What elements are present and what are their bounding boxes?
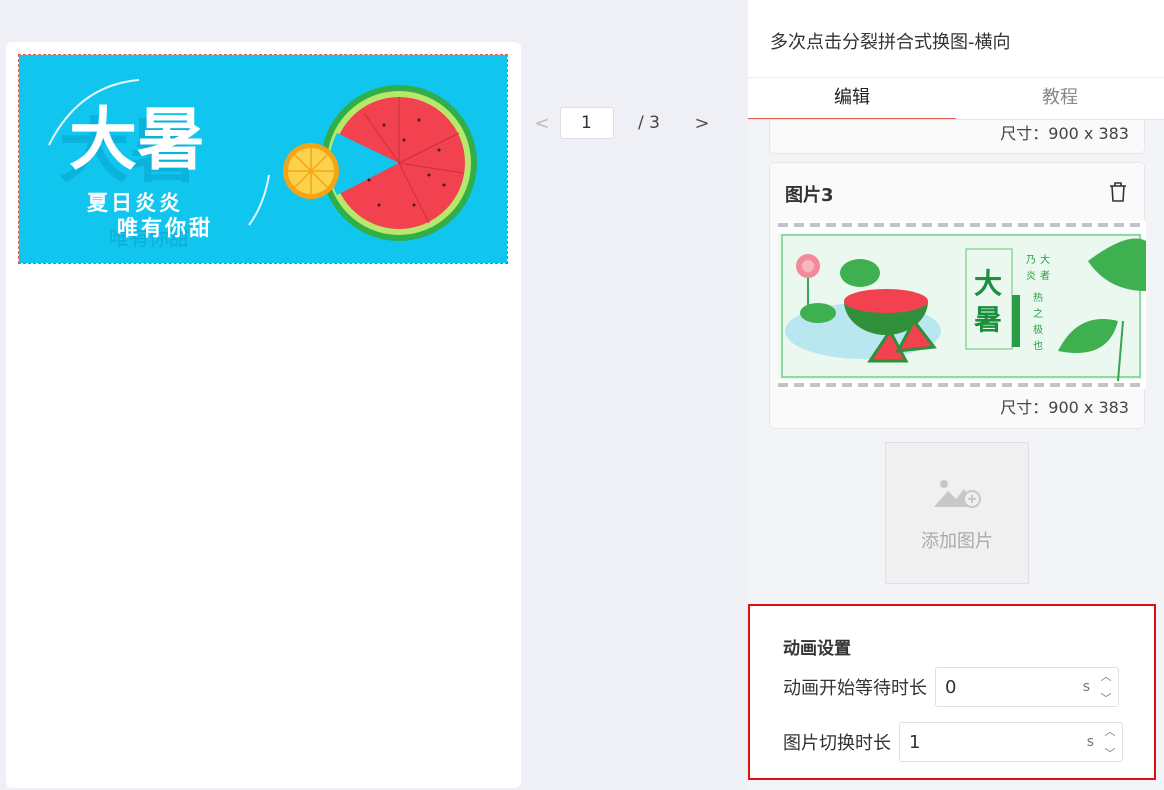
tab-edit[interactable]: 编辑 xyxy=(748,78,956,119)
image-card-header: 图片3 xyxy=(770,163,1144,221)
svg-text:热: 热 xyxy=(1033,291,1043,304)
wait-duration-label: 动画开始等待时长 xyxy=(783,678,927,699)
prev-page-button[interactable]: < xyxy=(528,113,556,134)
canvas-card: 大暑 唯有你甜 大暑 夏日炎炎 唯有你甜 xyxy=(6,42,521,788)
svg-text:之: 之 xyxy=(1033,307,1043,320)
banner-preview[interactable]: 大暑 唯有你甜 大暑 夏日炎炎 唯有你甜 xyxy=(18,54,508,264)
image-card-name: 图片3 xyxy=(785,185,834,206)
switch-duration-label: 图片切换时长 xyxy=(783,733,891,754)
switch-duration-unit: s xyxy=(1086,734,1094,750)
switch-increment-icon[interactable]: ︿ xyxy=(1102,725,1118,739)
svg-text:者: 者 xyxy=(1040,270,1050,282)
add-image-icon xyxy=(934,480,981,508)
thumbnail-image: 大 暑 乃 炎 大 者 热 之 极 也 xyxy=(778,221,1146,389)
pager: < / 3 > xyxy=(528,106,716,140)
svg-text:大: 大 xyxy=(1040,253,1050,266)
animation-settings-title: 动画设置 xyxy=(783,639,851,659)
next-page-button[interactable]: > xyxy=(688,113,716,134)
banner-title: 大暑 xyxy=(69,101,205,180)
edit-panel: 多次点击分裂拼合式换图-横向 编辑 教程 尺寸：900 x 383 图片3 大 … xyxy=(748,0,1164,790)
trash-icon[interactable] xyxy=(1108,181,1128,203)
image-card-size: 尺寸：900 x 383 xyxy=(1000,398,1129,417)
wait-duration-row: 动画开始等待时长 s ︿ ﹀ xyxy=(783,666,1119,708)
svg-text:乃: 乃 xyxy=(1026,255,1036,266)
page-total: / 3 xyxy=(638,113,660,133)
svg-text:炎: 炎 xyxy=(1026,270,1036,282)
add-image-button[interactable]: 添加图片 xyxy=(885,442,1029,584)
wait-duration-unit: s xyxy=(1082,679,1090,695)
banner-image: 大暑 唯有你甜 大暑 夏日炎炎 唯有你甜 xyxy=(19,55,507,263)
image-card-thumbnail[interactable]: 大 暑 乃 炎 大 者 热 之 极 也 xyxy=(778,221,1146,389)
wait-decrement-icon[interactable]: ﹀ xyxy=(1098,692,1114,706)
switch-duration-row: 图片切换时长 s ︿ ﹀ xyxy=(783,721,1123,763)
panel-tabs: 编辑 教程 xyxy=(748,78,1164,120)
svg-text:也: 也 xyxy=(1033,339,1043,352)
wait-duration-input[interactable] xyxy=(936,668,1118,706)
tab-tutorial[interactable]: 教程 xyxy=(956,78,1164,119)
wait-duration-field: s ︿ ﹀ xyxy=(935,667,1119,707)
panel-title: 多次点击分裂拼合式换图-横向 xyxy=(748,0,1164,78)
thumb-title-2: 暑 xyxy=(974,303,1002,336)
prev-image-card: 尺寸：900 x 383 xyxy=(769,120,1145,154)
page-input[interactable] xyxy=(560,107,614,139)
prev-image-size: 尺寸：900 x 383 xyxy=(1000,124,1129,143)
switch-decrement-icon[interactable]: ﹀ xyxy=(1102,747,1118,761)
add-image-label: 添加图片 xyxy=(921,531,993,552)
banner-line2: 唯有你甜 xyxy=(117,216,213,240)
animation-settings: 动画设置 动画开始等待时长 s ︿ ﹀ 图片切换时长 s ︿ ﹀ xyxy=(748,604,1156,780)
image-card: 图片3 大 暑 乃 炎 大 者 热 之 极 也 尺寸：900 x 383 xyxy=(769,162,1146,429)
switch-duration-field: s ︿ ﹀ xyxy=(899,722,1123,762)
svg-text:极: 极 xyxy=(1033,323,1043,336)
thumb-title-1: 大 xyxy=(974,267,1002,300)
banner-line1: 夏日炎炎 xyxy=(87,191,183,215)
wait-increment-icon[interactable]: ︿ xyxy=(1098,670,1114,684)
